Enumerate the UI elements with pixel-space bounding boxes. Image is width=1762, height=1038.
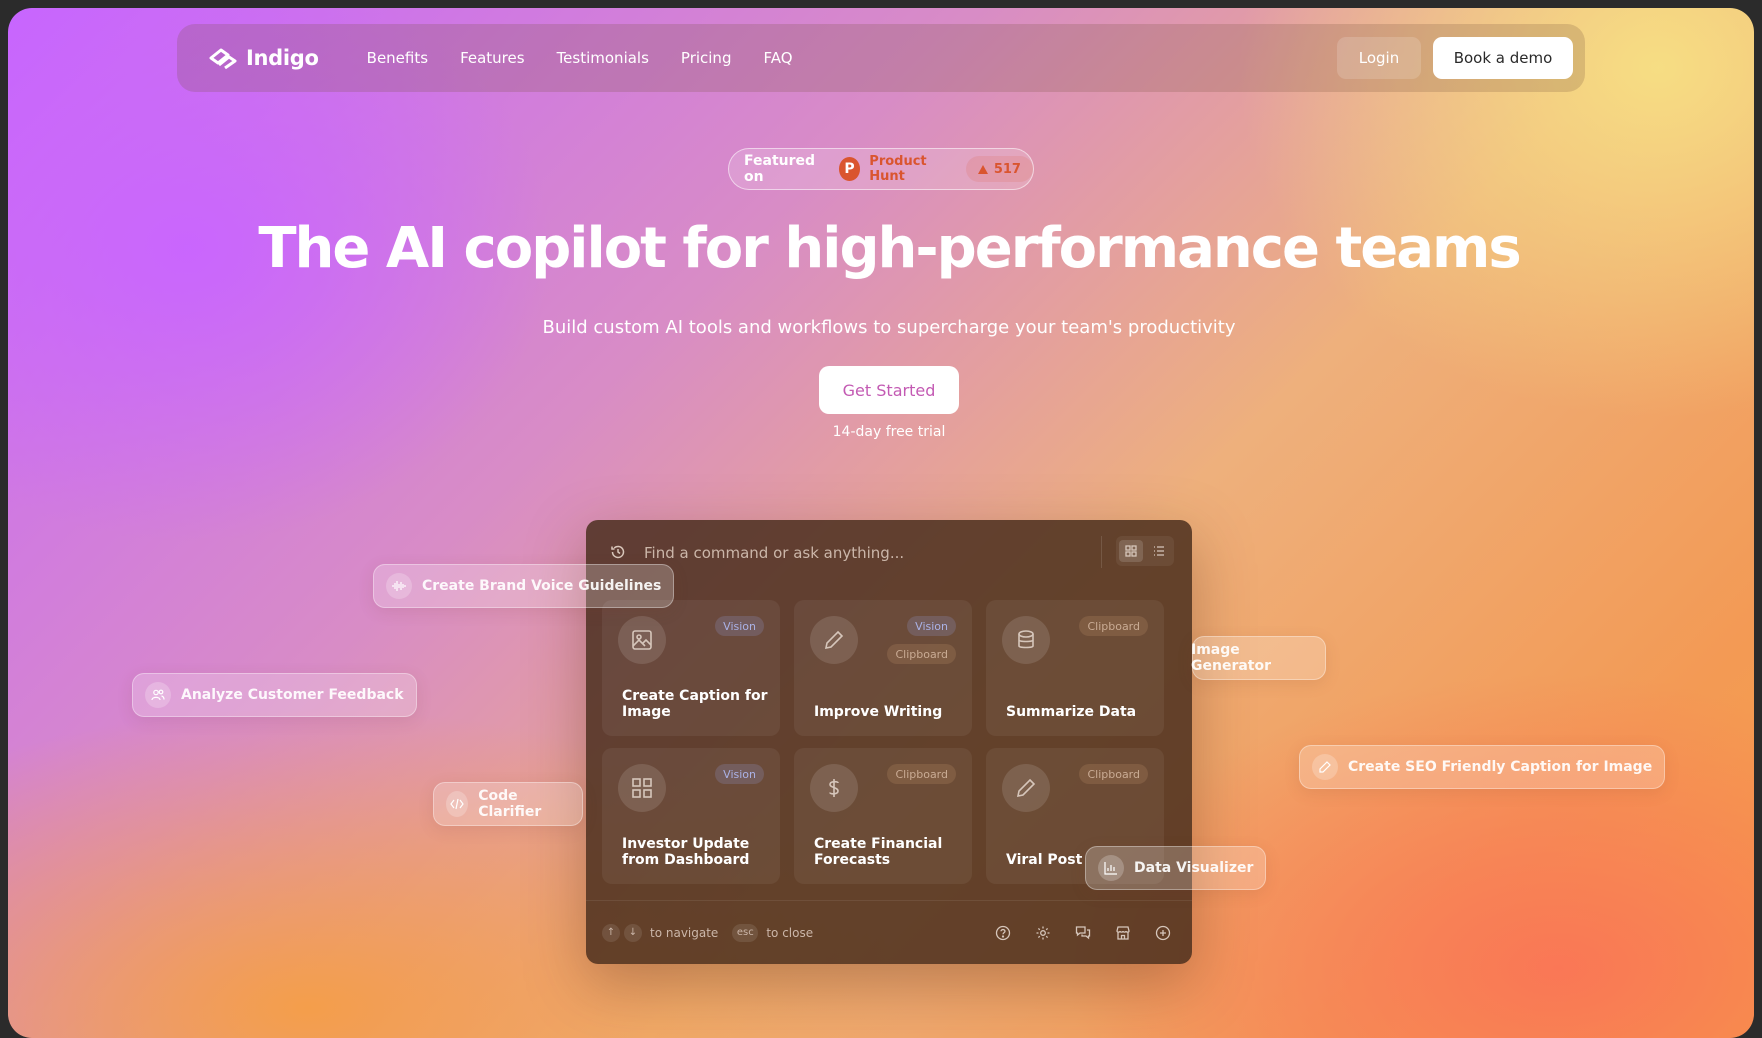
floating-chip-code-clarifier[interactable]: Code Clarifier [433, 782, 583, 826]
floating-chip-image-generator[interactable]: Image Generator [1191, 636, 1326, 680]
command-palette: Vision Create Caption for Image Vision C… [586, 520, 1192, 964]
command-card-create-caption[interactable]: Vision Create Caption for Image [602, 600, 780, 736]
database-icon [1002, 616, 1050, 664]
command-card-improve-writing[interactable]: Vision Clipboard Improve Writing [794, 600, 972, 736]
free-trial-note: 14-day free trial [832, 424, 946, 440]
chip-label: Create Brand Voice Guidelines [422, 578, 662, 594]
tag-clipboard: Clipboard [887, 764, 956, 784]
dashboard-icon [618, 764, 666, 812]
footer-actions [994, 924, 1172, 942]
palette-search-bar [586, 520, 1192, 584]
search-divider [1101, 536, 1102, 568]
logo[interactable]: Indigo [208, 46, 319, 70]
book-demo-button[interactable]: Book a demo [1433, 37, 1573, 79]
command-search-input[interactable] [642, 540, 1066, 566]
arrow-down-icon: ↓ [624, 923, 642, 942]
navigate-hint: to navigate [650, 925, 719, 940]
floating-chip-seo-caption[interactable]: Create SEO Friendly Caption for Image [1299, 745, 1666, 789]
tag-vision: Vision [715, 616, 764, 636]
card-title: Summarize Data [1006, 704, 1137, 720]
arrow-up-icon: ↑ [602, 923, 620, 942]
login-button[interactable]: Login [1337, 37, 1421, 79]
tag-clipboard: Clipboard [887, 644, 956, 664]
page-background: Indigo Benefits Features Testimonials Pr… [8, 8, 1754, 1038]
nav-link-pricing[interactable]: Pricing [681, 49, 732, 67]
card-tags: Clipboard [1079, 764, 1148, 784]
tag-clipboard: Clipboard [1079, 616, 1148, 636]
users-icon [145, 682, 171, 708]
command-card-summarize-data[interactable]: Clipboard Summarize Data [986, 600, 1164, 736]
card-tags: Vision Clipboard [887, 616, 956, 664]
pencil-icon [1002, 764, 1050, 812]
esc-key: esc [732, 923, 759, 942]
help-icon[interactable] [994, 924, 1012, 942]
close-hint: to close [766, 925, 814, 940]
nav-link-faq[interactable]: FAQ [763, 49, 792, 67]
card-title: Investor Update from Dashboard [622, 836, 750, 868]
chat-icon[interactable] [1074, 924, 1092, 942]
top-navigation: Indigo Benefits Features Testimonials Pr… [177, 24, 1585, 92]
product-hunt-logo-icon: P [838, 157, 861, 181]
command-card-investor-update[interactable]: Vision Investor Update from Dashboard [602, 748, 780, 884]
pencil-icon [1312, 754, 1338, 780]
hero-title: The AI copilot for high-performance team… [258, 216, 1521, 281]
product-hunt-name: Product Hunt [869, 154, 927, 184]
gear-icon[interactable] [1034, 924, 1052, 942]
nav-link-testimonials[interactable]: Testimonials [557, 49, 649, 67]
upvote-count: 517 [965, 156, 1033, 182]
indigo-logo-icon [209, 48, 237, 69]
store-icon[interactable] [1114, 924, 1132, 942]
card-tags: Clipboard [887, 764, 956, 784]
nav-link-benefits[interactable]: Benefits [367, 49, 428, 67]
tag-clipboard: Clipboard [1079, 764, 1148, 784]
image-icon [618, 616, 666, 664]
badge-lead-text: Featured on [744, 153, 816, 185]
history-icon[interactable] [610, 544, 626, 564]
hero-subtitle: Build custom AI tools and workflows to s… [542, 317, 1236, 338]
card-tags: Vision [715, 764, 764, 784]
nav-links: Benefits Features Testimonials Pricing F… [367, 49, 793, 67]
tag-vision: Vision [715, 764, 764, 784]
code-icon [446, 791, 469, 817]
card-title: Create Financial Forecasts [814, 836, 943, 868]
upvote-triangle-icon [977, 164, 988, 174]
chip-label: Image Generator [1191, 642, 1272, 674]
dollar-icon [810, 764, 858, 812]
card-tags: Vision [715, 616, 764, 636]
card-title: Improve Writing [814, 704, 943, 720]
get-started-button[interactable]: Get Started [819, 366, 959, 414]
card-tags: Clipboard [1079, 616, 1148, 636]
palette-footer: ↑ ↓ to navigate esc to close [586, 900, 1192, 964]
bar-chart-icon [1098, 855, 1124, 881]
logo-text: Indigo [246, 46, 319, 70]
view-toggle [1116, 536, 1174, 566]
chip-label: Data Visualizer [1134, 860, 1254, 876]
floating-chip-customer-feedback[interactable]: Analyze Customer Feedback [132, 673, 417, 717]
card-title: Create Caption for Image [622, 688, 768, 720]
chip-label: Analyze Customer Feedback [181, 687, 404, 703]
list-view-icon[interactable] [1147, 540, 1171, 562]
upvote-number: 517 [993, 161, 1021, 177]
nav-link-features[interactable]: Features [460, 49, 525, 67]
floating-chip-data-visualizer[interactable]: Data Visualizer [1085, 846, 1267, 890]
pencil-icon [810, 616, 858, 664]
chip-label: Create SEO Friendly Caption for Image [1348, 759, 1653, 775]
nav-actions: Login Book a demo [1337, 37, 1573, 79]
chip-label: Code Clarifier [478, 788, 542, 820]
grid-view-icon[interactable] [1119, 540, 1143, 562]
audio-wave-icon [386, 573, 412, 599]
product-hunt-badge[interactable]: Featured on P Product Hunt 517 [728, 148, 1034, 190]
tag-vision: Vision [907, 616, 956, 636]
add-circle-icon[interactable] [1154, 924, 1172, 942]
command-card-financial-forecasts[interactable]: Clipboard Create Financial Forecasts [794, 748, 972, 884]
floating-chip-brand-voice[interactable]: Create Brand Voice Guidelines [373, 564, 675, 608]
